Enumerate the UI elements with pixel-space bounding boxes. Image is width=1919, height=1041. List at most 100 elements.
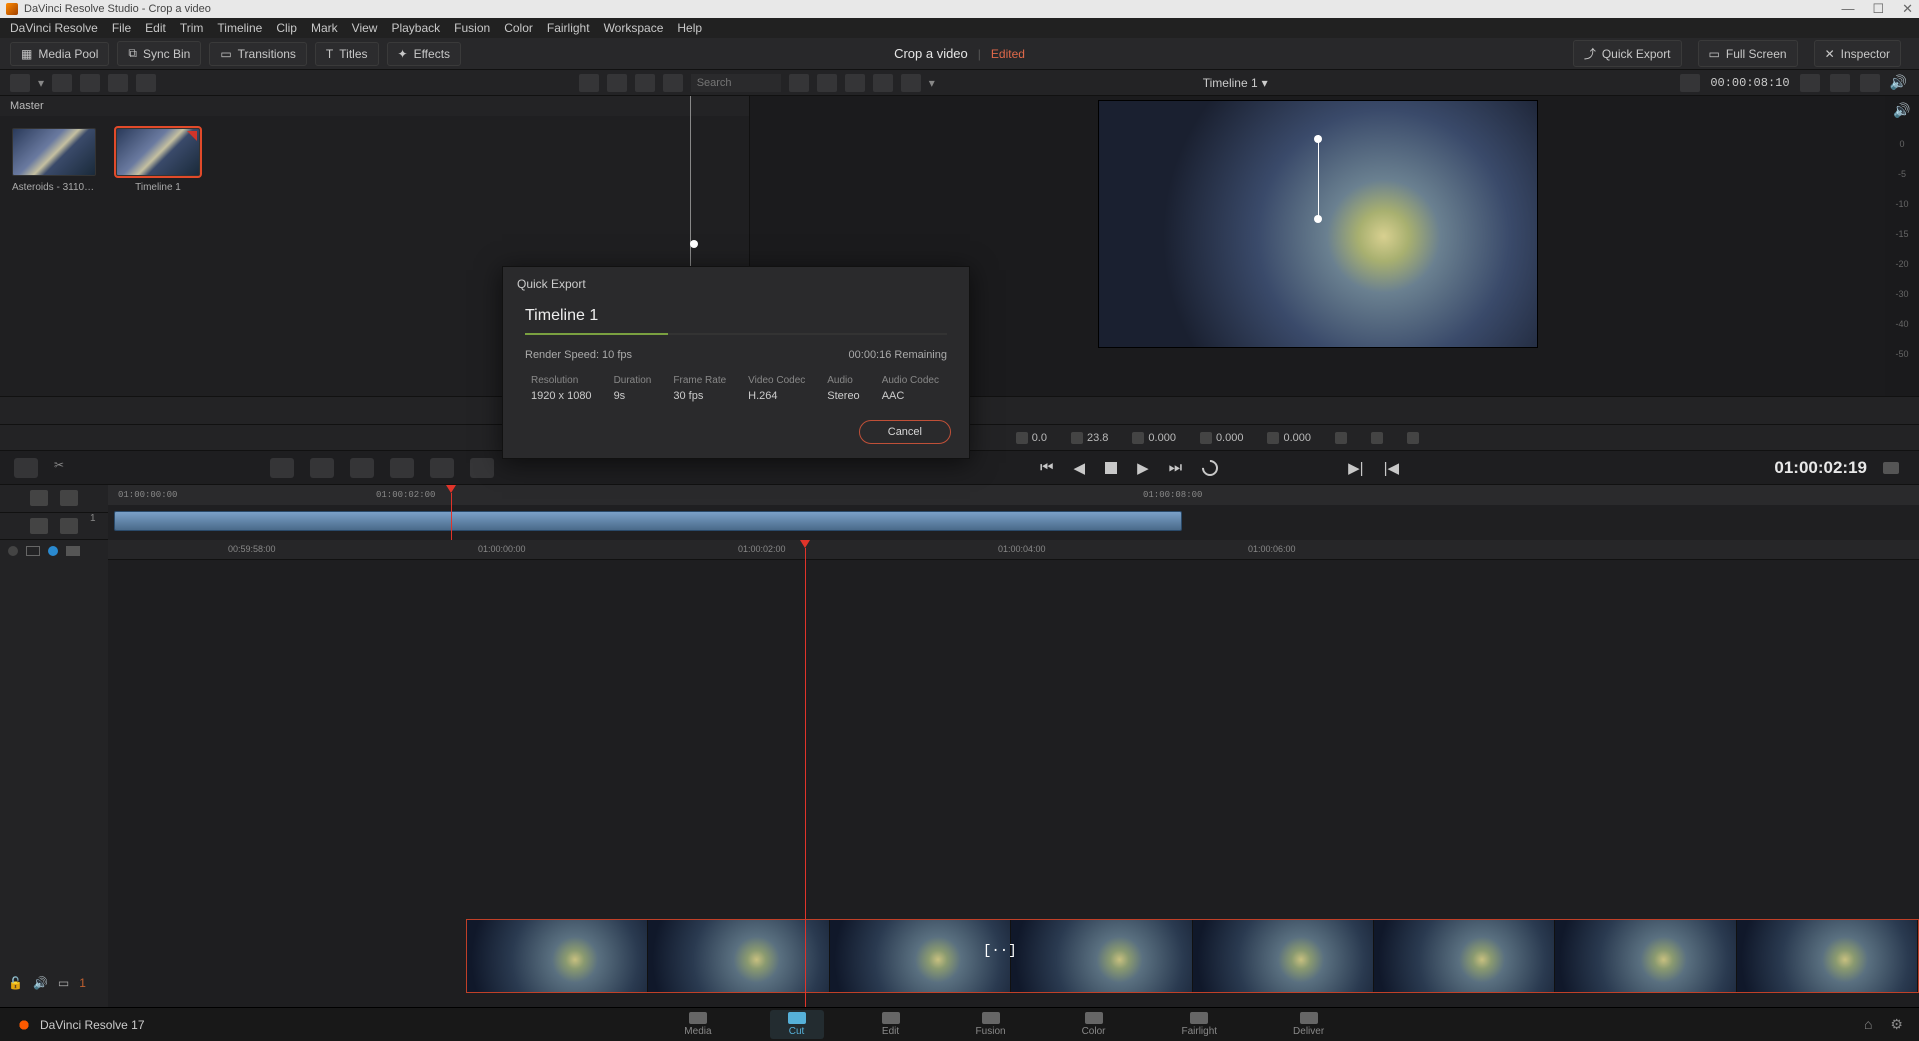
quick-export-button[interactable]: ⤴Quick Export — [1573, 40, 1682, 67]
inspector-button[interactable]: ✕Inspector — [1814, 40, 1901, 67]
close-up-icon[interactable] — [390, 458, 414, 478]
speaker-icon[interactable]: 🔊 — [1890, 74, 1907, 91]
tool-c-icon[interactable] — [30, 518, 48, 534]
media-pool-button[interactable]: ▦Media Pool — [10, 42, 109, 66]
chevron-down-icon[interactable]: ▾ — [929, 76, 935, 90]
chevron-down-icon[interactable]: ▾ — [38, 76, 44, 90]
full-screen-button[interactable]: ▭Full Screen — [1698, 40, 1798, 67]
mute-icon[interactable]: 🔊 — [33, 976, 48, 990]
reset-icon[interactable] — [1407, 432, 1419, 444]
flip-h-icon[interactable] — [1335, 432, 1347, 444]
tab-media[interactable]: Media — [666, 1010, 729, 1039]
guides-icon[interactable] — [1830, 74, 1850, 92]
import-icon[interactable] — [52, 74, 72, 92]
menu-item[interactable]: Color — [504, 21, 533, 35]
menu-item[interactable]: Fusion — [454, 21, 490, 35]
marker-dot[interactable] — [8, 546, 18, 556]
crop-handle-top[interactable] — [1314, 135, 1322, 143]
bypass-icon[interactable] — [1860, 74, 1880, 92]
timeline-options-icon[interactable] — [1883, 462, 1899, 474]
menu-item[interactable]: Clip — [276, 21, 297, 35]
crop-handle-left[interactable] — [690, 240, 698, 248]
loop-button[interactable] — [1199, 456, 1222, 479]
menu-item[interactable]: View — [352, 21, 378, 35]
bin-path[interactable]: Master — [0, 96, 749, 116]
sync-bin-button[interactable]: ⧉Sync Bin — [117, 41, 201, 66]
tab-edit[interactable]: Edit — [864, 1010, 918, 1039]
menu-item[interactable]: Help — [677, 21, 702, 35]
first-frame-button[interactable]: ⏮ — [1040, 459, 1054, 476]
minimize-icon[interactable]: — — [1841, 1, 1854, 17]
menu-item[interactable]: Timeline — [217, 21, 262, 35]
param-value[interactable]: 0.0 — [1032, 432, 1047, 444]
append-icon[interactable] — [310, 458, 334, 478]
last-frame-button[interactable]: ⏭ — [1169, 459, 1183, 476]
upper-playhead[interactable] — [446, 485, 456, 493]
ripple-overwrite-icon[interactable] — [350, 458, 374, 478]
titles-button[interactable]: TTitles — [315, 42, 379, 66]
close-icon[interactable]: ✕ — [1902, 1, 1913, 17]
viewer-layout-c-icon[interactable] — [873, 74, 893, 92]
lower-track-area[interactable]: 00:59:58:00 01:00:00:00 01:00:02:00 01:0… — [108, 540, 1919, 1007]
thumbnail-view-icon[interactable] — [607, 74, 627, 92]
transitions-button[interactable]: ▭Transitions — [209, 42, 307, 66]
maximize-icon[interactable]: ☐ — [1872, 1, 1884, 17]
strip-view-icon[interactable] — [635, 74, 655, 92]
tool-b-icon[interactable] — [60, 490, 78, 506]
flip-v-icon[interactable] — [1371, 432, 1383, 444]
bin-view-icon[interactable] — [10, 74, 30, 92]
next-edit-button[interactable]: ▶| — [1348, 459, 1363, 477]
refresh-icon[interactable] — [108, 74, 128, 92]
viewer-tc-mode-icon[interactable] — [1680, 74, 1700, 92]
menu-item[interactable]: Trim — [180, 21, 204, 35]
menu-item[interactable]: File — [112, 21, 131, 35]
link-icon[interactable] — [136, 74, 156, 92]
video-toggle-icon[interactable]: ▭ — [58, 976, 69, 990]
param-value[interactable]: 0.000 — [1216, 432, 1244, 444]
lower-playhead[interactable] — [800, 540, 810, 548]
menu-item[interactable]: Workspace — [604, 21, 664, 35]
marker-blue-dot[interactable] — [48, 546, 58, 556]
menu-item[interactable]: DaVinci Resolve — [10, 21, 98, 35]
smart-insert-icon[interactable] — [270, 458, 294, 478]
cancel-button[interactable]: Cancel — [859, 420, 951, 444]
list-view-icon[interactable] — [663, 74, 683, 92]
tab-cut[interactable]: Cut — [770, 1010, 824, 1039]
boring-detector-icon[interactable] — [14, 458, 38, 478]
sort-icon[interactable] — [789, 74, 809, 92]
viewer-layout-a-icon[interactable] — [817, 74, 837, 92]
lock-icon[interactable]: 🔓 — [8, 976, 23, 990]
tab-deliver[interactable]: Deliver — [1275, 1010, 1342, 1039]
view-icon[interactable] — [66, 546, 80, 556]
view-mode-a-icon[interactable] — [579, 74, 599, 92]
effects-button[interactable]: ✦Effects — [387, 42, 462, 66]
clip-card-selected[interactable]: Timeline 1 — [116, 128, 200, 193]
param-value[interactable]: 0.000 — [1148, 432, 1176, 444]
tab-color[interactable]: Color — [1064, 1010, 1124, 1039]
place-on-top-icon[interactable] — [430, 458, 454, 478]
timeline-name-dropdown[interactable]: Timeline 1 ▾ — [1203, 76, 1268, 90]
cut-icon[interactable]: ✂ — [54, 458, 78, 478]
viewer-layout-b-icon[interactable] — [845, 74, 865, 92]
settings-icon[interactable]: ⚙ — [1890, 1016, 1903, 1033]
safe-area-icon[interactable] — [1800, 74, 1820, 92]
tool-d-icon[interactable] — [60, 518, 78, 534]
folder-icon[interactable] — [80, 74, 100, 92]
search-input[interactable] — [691, 74, 781, 92]
stop-button[interactable] — [1105, 462, 1117, 474]
prev-edit-button[interactable]: |◀ — [1384, 459, 1399, 477]
param-value[interactable]: 0.000 — [1283, 432, 1311, 444]
timeline-clip[interactable] — [114, 511, 1182, 531]
play-reverse-button[interactable]: ◀ — [1074, 459, 1086, 477]
source-overwrite-icon[interactable] — [470, 458, 494, 478]
tool-a-icon[interactable] — [30, 490, 48, 506]
menu-item[interactable]: Edit — [145, 21, 166, 35]
transport-timecode[interactable]: 01:00:02:19 — [1774, 458, 1867, 478]
clip-card[interactable]: Asteroids - 31105... — [12, 128, 96, 193]
tab-fairlight[interactable]: Fairlight — [1163, 1010, 1235, 1039]
tab-fusion[interactable]: Fusion — [958, 1010, 1024, 1039]
param-value[interactable]: 23.8 — [1087, 432, 1108, 444]
play-button[interactable]: ▶ — [1137, 459, 1149, 477]
home-icon[interactable]: ⌂ — [1864, 1016, 1872, 1033]
crop-handle-center[interactable] — [1314, 215, 1322, 223]
